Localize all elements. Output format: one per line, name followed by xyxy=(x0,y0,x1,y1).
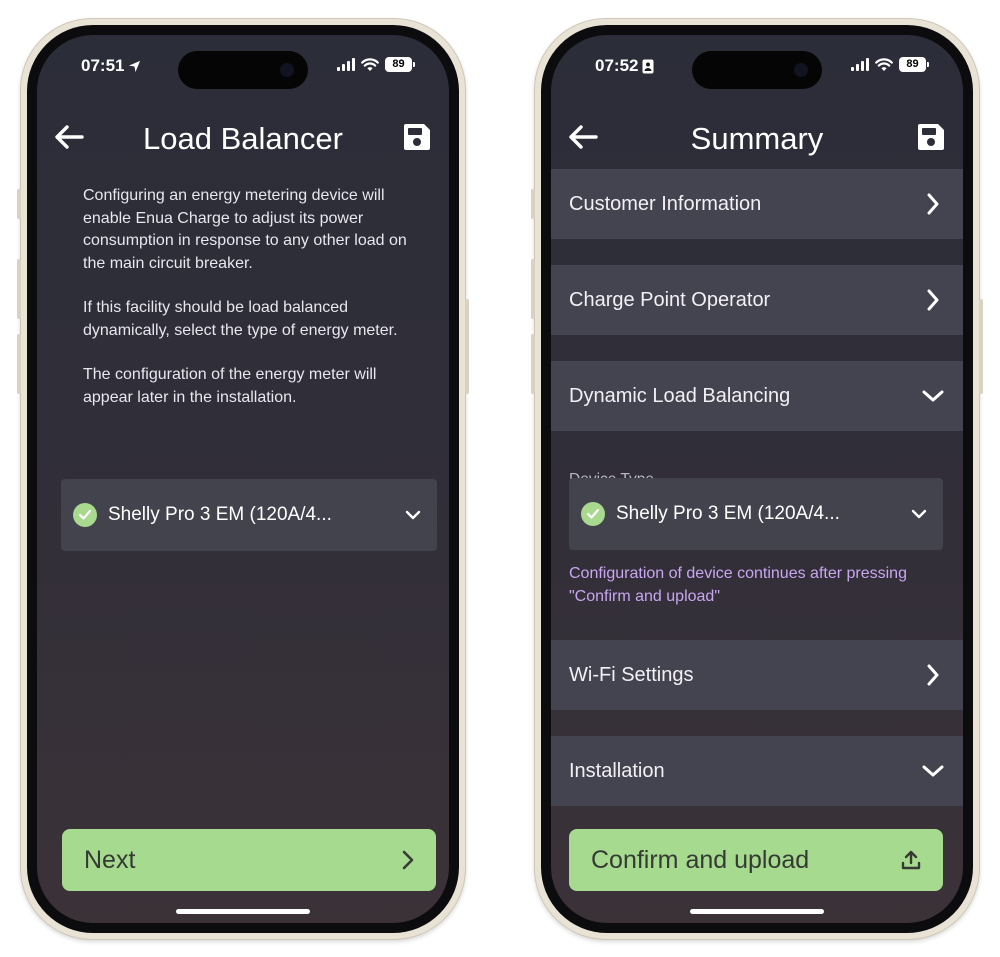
section-title: Customer Information xyxy=(569,192,762,215)
dynamic-island xyxy=(178,51,308,89)
description-paragraph: Configuring an energy metering device wi… xyxy=(83,187,407,272)
confirm-button-label: Confirm and upload xyxy=(591,845,810,874)
wifi-icon xyxy=(875,57,893,71)
chevron-right-icon xyxy=(921,663,945,687)
status-time-text: 07:52 xyxy=(595,56,639,75)
phone-bezel: 07:51 89 Load Balancer Configuring an en… xyxy=(27,25,459,933)
status-indicators: 89 xyxy=(337,57,415,72)
next-button-label: Next xyxy=(84,845,136,874)
volume-down-button xyxy=(17,334,21,394)
section-charge-point-operator[interactable]: Charge Point Operator xyxy=(551,265,963,335)
section-wifi-settings[interactable]: Wi-Fi Settings xyxy=(551,640,963,710)
location-arrow-icon xyxy=(129,60,141,72)
chevron-down-icon xyxy=(921,384,945,408)
section-customer-information[interactable]: Customer Information xyxy=(551,169,963,239)
status-time: 07:52 xyxy=(595,56,654,76)
battery-level: 89 xyxy=(899,57,926,72)
power-button xyxy=(465,299,469,394)
floppy-disk-icon xyxy=(404,124,430,150)
phone-bezel: 07:52 89 Summary Customer Information Ch… xyxy=(541,25,973,933)
chevron-right-icon xyxy=(921,192,945,216)
id-card-icon xyxy=(642,59,654,73)
save-button[interactable] xyxy=(913,119,949,155)
device-config-hint: Configuration of device continues after … xyxy=(569,565,907,605)
status-indicators: 89 xyxy=(851,57,929,72)
chevron-down-icon xyxy=(403,505,423,525)
battery-icon: 89 xyxy=(899,57,929,72)
battery-icon: 89 xyxy=(385,57,415,72)
home-indicator[interactable] xyxy=(690,909,824,914)
energy-meter-select[interactable]: Shelly Pro 3 EM (120A/4... xyxy=(61,479,437,551)
chevron-right-icon xyxy=(402,850,414,870)
description-paragraph: The configuration of the energy meter wi… xyxy=(83,366,377,406)
volume-up-button xyxy=(531,259,535,319)
device-type-select[interactable]: Shelly Pro 3 EM (120A/4... xyxy=(569,478,943,550)
device-type-select-value: Shelly Pro 3 EM (120A/4... xyxy=(616,503,840,524)
battery-level: 89 xyxy=(385,57,412,72)
screen-summary: 07:52 89 Summary Customer Information Ch… xyxy=(551,35,963,923)
power-button xyxy=(979,299,983,394)
upload-icon xyxy=(901,850,921,870)
volume-up-button xyxy=(17,259,21,319)
app-header: Summary xyxy=(551,107,963,167)
description-paragraph: If this facility should be load balanced… xyxy=(83,299,398,339)
energy-meter-select-value: Shelly Pro 3 EM (120A/4... xyxy=(108,504,332,525)
check-circle-icon xyxy=(581,502,605,526)
phone-right: 07:52 89 Summary Customer Information Ch… xyxy=(531,18,983,940)
status-time-text: 07:51 xyxy=(81,56,125,75)
cellular-signal-icon xyxy=(851,58,869,71)
save-button[interactable] xyxy=(399,119,435,155)
next-button[interactable]: Next xyxy=(62,829,436,891)
section-title: Wi-Fi Settings xyxy=(569,663,694,686)
cellular-signal-icon xyxy=(337,58,355,71)
action-button xyxy=(17,189,21,219)
app-header: Load Balancer xyxy=(37,107,449,167)
description: Configuring an energy metering device wi… xyxy=(83,185,409,431)
section-title: Charge Point Operator xyxy=(569,288,771,311)
action-button xyxy=(531,189,535,219)
home-indicator[interactable] xyxy=(176,909,310,914)
section-installation[interactable]: Installation xyxy=(551,736,963,806)
volume-down-button xyxy=(531,334,535,394)
page-title: Load Balancer xyxy=(143,121,343,156)
check-circle-icon xyxy=(73,503,97,527)
phone-left: 07:51 89 Load Balancer Configuring an en… xyxy=(17,18,469,940)
chevron-right-icon xyxy=(921,288,945,312)
status-time: 07:51 xyxy=(81,56,141,76)
dynamic-island xyxy=(692,51,822,89)
section-title: Installation xyxy=(569,759,665,782)
chevron-down-icon xyxy=(909,504,929,524)
section-title: Dynamic Load Balancing xyxy=(569,384,791,407)
chevron-down-icon xyxy=(921,759,945,783)
confirm-and-upload-button[interactable]: Confirm and upload xyxy=(569,829,943,891)
section-dynamic-load-balancing[interactable]: Dynamic Load Balancing xyxy=(551,361,963,431)
wifi-icon xyxy=(361,57,379,71)
page-title: Summary xyxy=(690,121,824,156)
screen-load-balancer: 07:51 89 Load Balancer Configuring an en… xyxy=(37,35,449,923)
floppy-disk-icon xyxy=(918,124,944,150)
